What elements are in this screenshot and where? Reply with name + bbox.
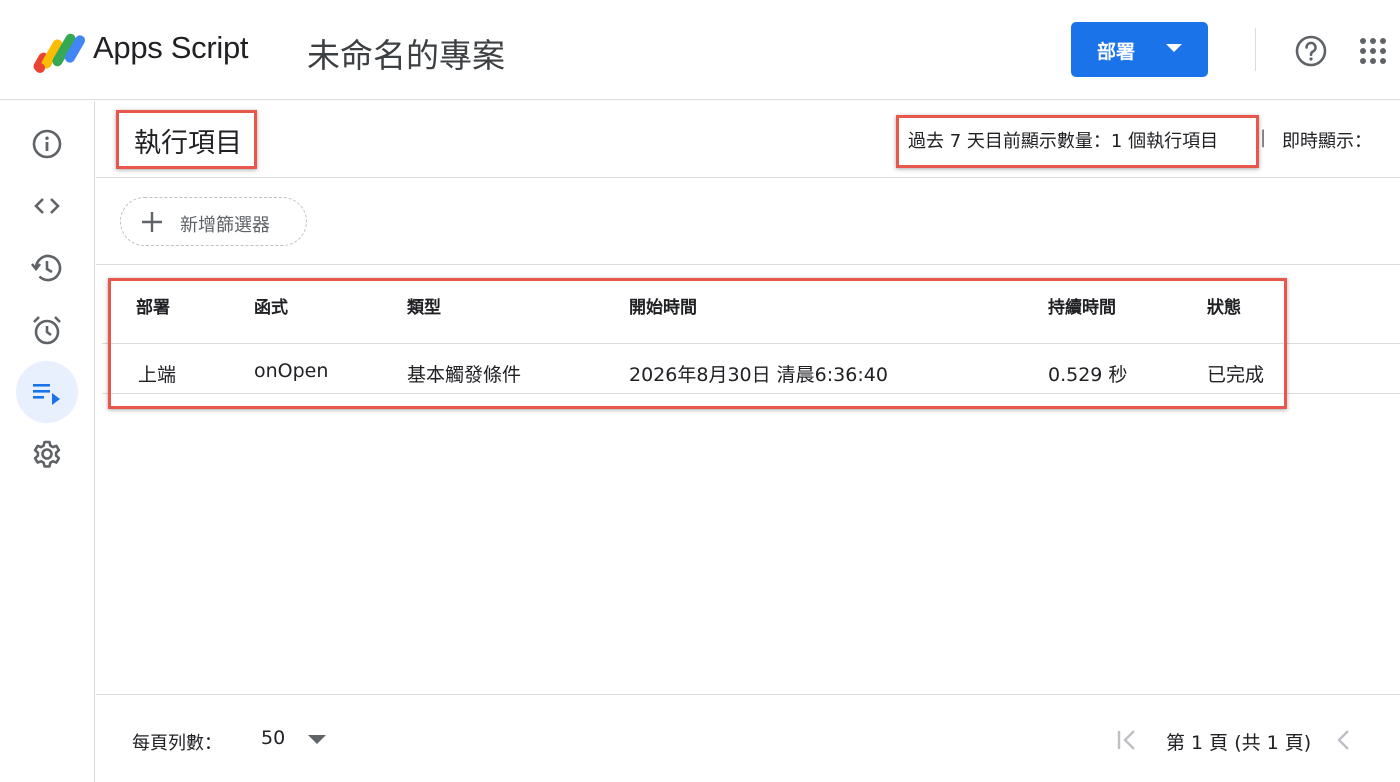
- chevron-down-icon[interactable]: [308, 735, 326, 744]
- help-icon[interactable]: [1294, 34, 1328, 68]
- cell-start-time: 2026年8月30日 清晨6:36:40: [629, 364, 888, 386]
- column-header-function[interactable]: 函式: [254, 293, 288, 318]
- app-name[interactable]: Apps Script: [93, 30, 249, 66]
- sidebar-item-settings[interactable]: [16, 423, 78, 485]
- executions-icon: [33, 384, 60, 405]
- rows-per-page-select[interactable]: 50: [261, 727, 285, 749]
- history-icon: [30, 254, 62, 282]
- chevron-down-icon: [1166, 44, 1182, 52]
- column-header-status[interactable]: 狀態: [1207, 293, 1241, 318]
- summary-separator: |: [1260, 127, 1267, 148]
- info-icon: [32, 129, 62, 159]
- sidebar-item-history[interactable]: [16, 237, 78, 299]
- chevron-left-icon[interactable]: [1330, 726, 1358, 754]
- pagination-info: 第 1 頁 (共 1 頁): [1166, 732, 1312, 754]
- cell-function: onOpen: [254, 360, 329, 382]
- column-header-duration[interactable]: 持續時間: [1048, 293, 1116, 318]
- live-view-label: 即時顯示：: [1282, 131, 1372, 152]
- project-name[interactable]: 未命名的專案: [307, 29, 505, 77]
- add-filter-label: 新增篩選器: [180, 215, 270, 236]
- title-divider: [96, 177, 1400, 178]
- cell-status: 已完成: [1207, 364, 1265, 386]
- page-title: 執行項目: [134, 128, 242, 159]
- execution-summary: 過去 7 天目前顯示數量：1 個執行項目: [908, 131, 1219, 152]
- cell-duration: 0.529 秒: [1048, 364, 1128, 386]
- plus-icon: [142, 212, 162, 232]
- cell-type: 基本觸發條件: [407, 364, 522, 386]
- top-app-bar: Apps Script 未命名的專案 部署: [0, 0, 1400, 100]
- executions-panel: 執行項目 過去 7 天目前顯示數量：1 個執行項目 | 即時顯示： 新增篩選器 …: [96, 101, 1400, 782]
- first-page-icon[interactable]: [1114, 726, 1142, 754]
- code-icon: [34, 198, 60, 214]
- sidebar: [0, 101, 95, 782]
- google-apps-icon[interactable]: [1356, 34, 1390, 68]
- cell-deployment: 上端: [138, 364, 177, 386]
- table-top-divider: [96, 264, 1400, 265]
- column-header-deployment[interactable]: 部署: [136, 293, 170, 318]
- rows-per-page-label: 每頁列數：: [132, 733, 222, 754]
- row-divider: [102, 393, 1400, 394]
- column-header-type[interactable]: 類型: [407, 293, 441, 318]
- apps-script-logo-icon[interactable]: [32, 30, 86, 74]
- header-divider: [1255, 28, 1256, 71]
- alarm-icon: [33, 316, 61, 345]
- sidebar-item-overview[interactable]: [16, 113, 78, 175]
- deploy-button[interactable]: 部署: [1071, 22, 1208, 77]
- footer-divider: [96, 694, 1400, 695]
- deploy-button-label: 部署: [1097, 41, 1136, 63]
- header-row-divider: [102, 343, 1400, 344]
- sidebar-item-executions[interactable]: [16, 361, 78, 423]
- add-filter-button[interactable]: 新增篩選器: [120, 197, 307, 246]
- settings-icon: [33, 440, 61, 468]
- sidebar-item-editor[interactable]: [16, 175, 78, 237]
- column-header-start-time[interactable]: 開始時間: [629, 293, 697, 318]
- sidebar-item-triggers[interactable]: [16, 299, 78, 361]
